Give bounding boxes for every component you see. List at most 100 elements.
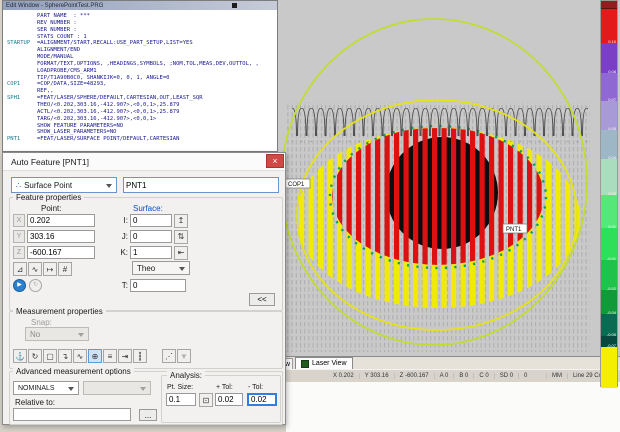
colorbar-segment bbox=[601, 43, 617, 73]
code-line: LOADPROBE/CMS_ARM1 bbox=[7, 68, 277, 75]
x-axis-button[interactable]: X bbox=[13, 214, 25, 227]
align-vector-icon[interactable]: ⇅ bbox=[174, 230, 188, 244]
status-item: Y 303.16 bbox=[359, 373, 394, 379]
trend-icon[interactable]: ∿ bbox=[73, 349, 87, 363]
wave-icon[interactable]: ∿ bbox=[28, 262, 42, 276]
status-item: A 0 bbox=[434, 373, 454, 379]
pointsize-view-icon[interactable]: ⊡ bbox=[199, 393, 213, 407]
code-line: ACTL/<0.202,303.16,-412.907>,<0,0,1>,25.… bbox=[7, 109, 277, 116]
colorbar-header bbox=[601, 1, 617, 9]
colorbar-segment bbox=[601, 9, 617, 43]
colorbar-segment bbox=[601, 347, 617, 388]
nominals-dropdown[interactable]: NOMINALS bbox=[13, 381, 79, 395]
status-item: 0 bbox=[518, 373, 532, 379]
rotate-icon[interactable]: ↻ bbox=[28, 349, 42, 363]
scan-arch-outlines bbox=[292, 108, 588, 142]
snap-vector-icon[interactable]: ⇤ bbox=[174, 246, 188, 260]
crosshair-icon[interactable]: ⊕ bbox=[88, 349, 102, 363]
code-line: SPH1=FEAT/LASER/SPHERE/DEFAULT,CARTESIAN… bbox=[7, 95, 277, 102]
route-icon[interactable]: ↴ bbox=[58, 349, 72, 363]
relative-to-input[interactable] bbox=[13, 408, 131, 421]
dialog-titlebar[interactable]: Auto Feature [PNT1] bbox=[3, 153, 285, 171]
pnt-feature-label[interactable]: PNT1 bbox=[503, 224, 527, 233]
analysis-label: Analysis: bbox=[167, 371, 205, 380]
offset-icon[interactable]: ⇥ bbox=[118, 349, 132, 363]
surface-label[interactable]: Surface: bbox=[133, 204, 163, 213]
grid-icon[interactable]: # bbox=[58, 262, 72, 276]
status-item: C 0 bbox=[473, 373, 493, 379]
y-coordinate-input[interactable] bbox=[27, 230, 95, 243]
close-icon[interactable]: × bbox=[266, 154, 284, 168]
code-line: PNT1=FEAT/LASER/SURFACE POINT/DEFAULT,CA… bbox=[7, 136, 277, 143]
y-coordinate-row: Y bbox=[13, 230, 95, 243]
t-row: T: bbox=[115, 279, 186, 292]
plus-tol-input[interactable] bbox=[215, 393, 243, 406]
x-coordinate-input[interactable] bbox=[27, 214, 95, 227]
points-icon[interactable]: ┇ bbox=[133, 349, 147, 363]
cop-feature-label[interactable]: COP1 bbox=[285, 179, 310, 188]
minus-tol-input[interactable] bbox=[247, 393, 277, 406]
pt-size-label: Pt. Size: bbox=[167, 384, 193, 391]
code-area[interactable]: PART NAME : ***REV NUMBER :SER NUMBER :S… bbox=[3, 10, 277, 143]
code-line: PART NAME : *** bbox=[7, 13, 277, 20]
auto-feature-dialog: Auto Feature [PNT1] × ∴ Surface Point Fe… bbox=[2, 152, 286, 425]
chevron-down-icon bbox=[68, 387, 74, 394]
measurement-properties-label: Measurement properties bbox=[13, 307, 106, 316]
axes-icon[interactable]: ⊿ bbox=[13, 262, 27, 276]
j-vector-input[interactable] bbox=[130, 230, 172, 243]
execute-toolbar: ▶↻ bbox=[13, 279, 42, 292]
i-vector-input[interactable] bbox=[130, 214, 172, 227]
measurement-toolbar: ⚓↻▢↴∿⊕≡⇥┇ ⋰▼ bbox=[13, 349, 191, 363]
code-line: REF,, bbox=[7, 88, 277, 95]
theo-dropdown[interactable]: Theo bbox=[132, 261, 190, 275]
z-coordinate-input[interactable] bbox=[27, 246, 95, 259]
filter-icon: ▼ bbox=[177, 349, 191, 363]
secondary-dropdown bbox=[83, 381, 151, 395]
code-line: MODE/MANUAL bbox=[7, 54, 277, 61]
colorbar-segment bbox=[601, 336, 617, 347]
colorbar-segment bbox=[601, 159, 617, 195]
level-icon[interactable]: ≡ bbox=[103, 349, 117, 363]
span-icon[interactable]: ↦ bbox=[43, 262, 57, 276]
edit-window-titlebar: Edit Window - SpherePointTest.PRG bbox=[3, 1, 277, 10]
execute-icon[interactable]: ▶ bbox=[13, 279, 26, 292]
j-vector-row: J: ⇅ bbox=[115, 230, 188, 243]
colorbar-segment bbox=[601, 73, 617, 101]
status-item: SD 0 bbox=[494, 373, 518, 379]
status-item: MM bbox=[546, 373, 567, 379]
feature-type-dropdown[interactable]: ∴ Surface Point bbox=[11, 177, 117, 193]
laser-3d-view[interactable]: COP1 PNT1 bbox=[278, 0, 620, 356]
chevron-down-icon bbox=[106, 184, 112, 191]
flip-normal-icon[interactable]: ↥ bbox=[174, 214, 188, 228]
code-line: TARG/<0.202,303.16,-412.907>,<0,0,1> bbox=[7, 116, 277, 123]
status-item: B 0 bbox=[453, 373, 473, 379]
svg-text:PNT1: PNT1 bbox=[506, 227, 522, 233]
z-axis-button[interactable]: Z bbox=[13, 246, 25, 259]
window-menu-icon[interactable] bbox=[232, 3, 237, 8]
feature-name-input[interactable] bbox=[123, 177, 279, 193]
x-coordinate-row: X bbox=[13, 214, 95, 227]
code-line: TIP/T1A90B0C0, SHANKIJK=0, 0, 1, ANGLE=0 bbox=[7, 75, 277, 82]
pt-size-input[interactable] bbox=[166, 393, 196, 406]
k-vector-input[interactable] bbox=[130, 246, 172, 259]
status-item: X 0.202 bbox=[328, 373, 359, 379]
tab-laser-view[interactable]: Laser View bbox=[295, 357, 353, 369]
anchor-icon[interactable]: ⚓ bbox=[13, 349, 27, 363]
svg-text:COP1: COP1 bbox=[288, 182, 305, 188]
code-line: FORMAT/TEXT,OPTIONS, ,HEADINGS,SYMBOLS, … bbox=[7, 61, 277, 68]
browse-button[interactable]: ... bbox=[139, 409, 157, 421]
path-points-icon[interactable]: ⋰ bbox=[162, 349, 176, 363]
region-icon[interactable]: ▢ bbox=[43, 349, 57, 363]
chevron-down-icon bbox=[78, 333, 84, 340]
colorbar-segment bbox=[601, 130, 617, 159]
snap-dropdown: No bbox=[25, 327, 89, 341]
k-vector-row: K: ⇤ bbox=[115, 246, 188, 259]
colorbar-segment bbox=[601, 101, 617, 130]
z-coordinate-row: Z bbox=[13, 246, 95, 259]
colorbar-segment bbox=[601, 260, 617, 290]
status-bar: X 0.202Y 303.16Z -600.167A 0B 0C 0SD 00M… bbox=[278, 369, 620, 382]
code-line: COP1=COP/DATA,SIZE=48293, bbox=[7, 81, 277, 88]
collapse-button[interactable]: << bbox=[249, 293, 275, 306]
y-axis-button[interactable]: Y bbox=[13, 230, 25, 243]
t-input[interactable] bbox=[130, 279, 186, 292]
